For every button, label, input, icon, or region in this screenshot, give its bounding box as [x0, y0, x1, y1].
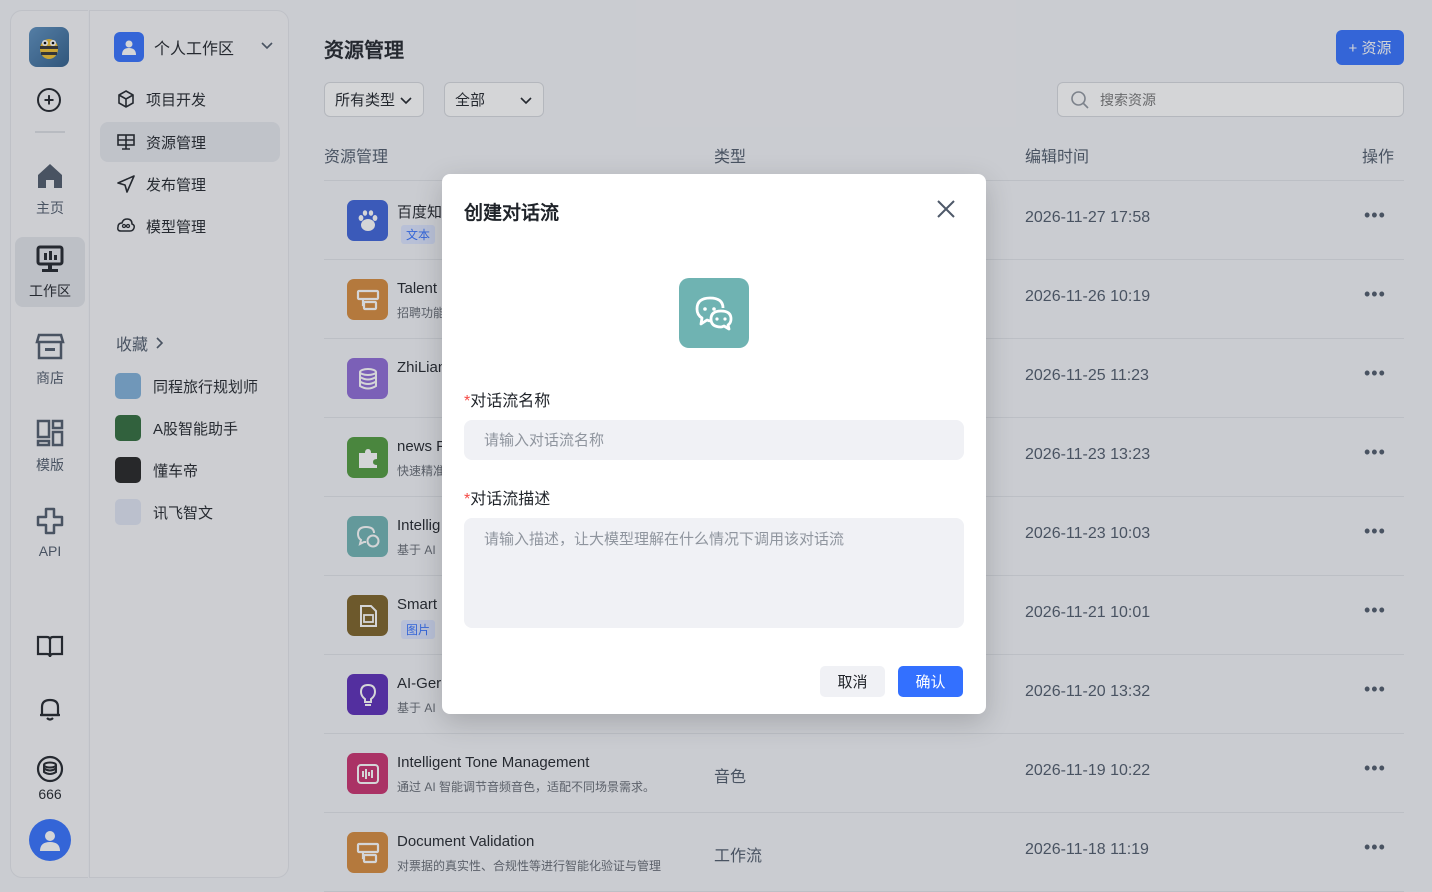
dialog-title: 创建对话流	[464, 203, 560, 224]
desc-label-text: 对话流描述	[470, 491, 551, 508]
create-chatflow-dialog: 创建对话流 *对话流名称 *对话流描述 取消 确认	[442, 174, 986, 714]
chatflow-icon[interactable]	[679, 278, 749, 348]
chatflow-name-input[interactable]	[464, 420, 964, 460]
desc-field-label: *对话流描述	[464, 485, 550, 509]
name-label-text: 对话流名称	[470, 393, 551, 410]
close-icon[interactable]	[935, 198, 957, 220]
confirm-button[interactable]: 确认	[898, 666, 963, 697]
cancel-button[interactable]: 取消	[820, 666, 885, 697]
chatflow-description-input[interactable]	[464, 518, 964, 628]
name-field-label: *对话流名称	[464, 387, 550, 411]
